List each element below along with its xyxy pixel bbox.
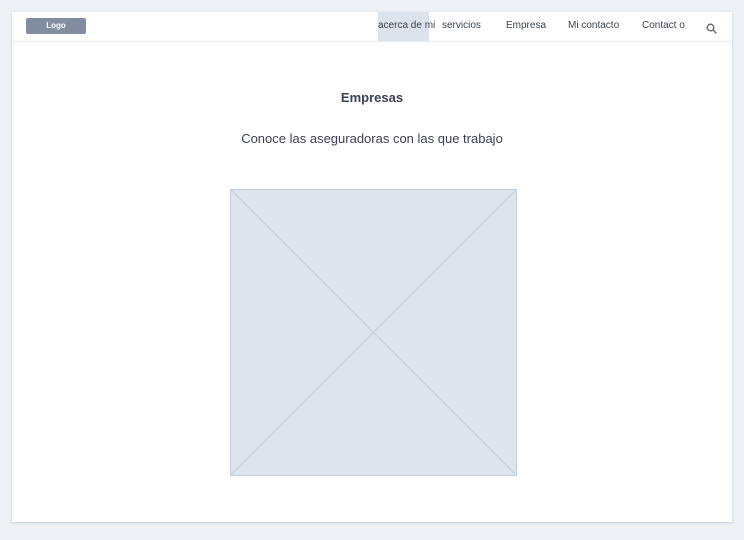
page-title: Empresas — [340, 90, 404, 105]
search-icon[interactable] — [706, 21, 717, 34]
logo[interactable]: Logo — [26, 18, 86, 34]
nav-item-acerca-de-mi[interactable]: acerca de mi — [378, 12, 435, 41]
nav-item-contacto[interactable]: Contact o — [642, 12, 685, 41]
nav-item-empresa[interactable]: Empresa — [506, 12, 546, 41]
image-placeholder — [230, 189, 517, 476]
page-subtitle: Conoce las aseguradoras con las que trab… — [241, 131, 503, 146]
nav-item-servicios[interactable]: servicios — [442, 12, 481, 41]
image-placeholder-icon — [231, 190, 516, 475]
top-navbar: Logo acerca de mi servicios Empresa Mi c… — [12, 12, 732, 42]
page-frame: Logo acerca de mi servicios Empresa Mi c… — [12, 12, 732, 522]
nav-item-mi-contacto[interactable]: Mi contacto — [568, 12, 619, 41]
